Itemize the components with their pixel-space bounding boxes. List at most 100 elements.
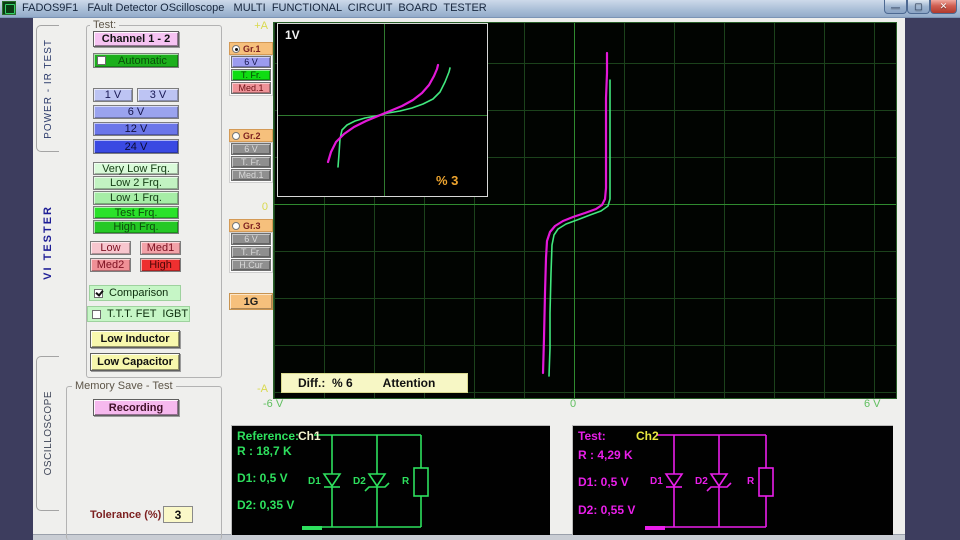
freq-very-low-button[interactable]: Very Low Frq.: [93, 162, 179, 175]
graph3-freq-button[interactable]: T. Fr.: [231, 246, 271, 258]
freq-low2-button[interactable]: Low 2 Frq.: [93, 176, 179, 190]
graph3-radio-dot: [232, 222, 240, 230]
graph1-voltage-button[interactable]: 6 V: [231, 56, 271, 68]
test-circuit-panel: Test: Ch2 R : 4,29 K D1: 0,5 V D2: 0,55 …: [572, 425, 893, 535]
low-inductor-button[interactable]: Low Inductor: [90, 330, 180, 348]
reference-d1-component-label: D1: [308, 476, 321, 487]
graph3-freq-label: T. Fr.: [241, 247, 261, 257]
low-inductor-label: Low Inductor: [100, 333, 169, 345]
inset-scale-label: 1V: [285, 28, 300, 42]
test-d2-component-label: D2: [695, 476, 708, 487]
tab-vi-tester[interactable]: VI TESTER: [36, 183, 59, 301]
graph1-freq-button[interactable]: T. Fr.: [231, 69, 271, 81]
current-med2-button[interactable]: Med2: [90, 258, 131, 272]
memory-save-label: Memory Save - Test: [72, 380, 176, 392]
close-button[interactable]: ✕: [930, 0, 957, 14]
test-channel-label: Ch2: [636, 429, 659, 443]
graph2-current-label: Med.1: [238, 170, 263, 180]
tab-power-ir-test-label: POWER - IR TEST: [43, 39, 54, 139]
tolerance-value: 3: [175, 508, 182, 522]
test-r-component-label: R: [747, 476, 754, 487]
gain-1g-label: 1G: [244, 296, 259, 308]
reference-resistance-value: R : 18,7 K: [237, 444, 292, 458]
graph3-voltage-button[interactable]: 6 V: [231, 233, 271, 245]
graph2-radio-label: Gr.2: [243, 131, 261, 141]
graph2-voltage-button[interactable]: 6 V: [231, 143, 271, 155]
graph1-current-button[interactable]: Med.1: [231, 82, 271, 94]
current-med1-button[interactable]: Med1: [140, 241, 181, 255]
freq-test-label: Test Frq.: [115, 207, 158, 219]
graph2-radio-dot: [232, 132, 240, 140]
window-title: FADOS9F1 FAult Detector OScilloscope MUL…: [22, 2, 487, 14]
ttt-fet-igbt-row[interactable]: T.T.T. FET IGBT: [87, 306, 190, 322]
voltage-12v-label: 12 V: [125, 123, 148, 135]
voltage-1v-label: 1 V: [105, 89, 122, 101]
title-bar: FADOS9F1 FAult Detector OScilloscope MUL…: [0, 0, 960, 18]
ttt-fet-igbt-checkbox[interactable]: [92, 310, 101, 319]
y-axis-top-label: +A: [252, 20, 268, 32]
recording-button[interactable]: Recording: [93, 399, 179, 416]
freq-low2-label: Low 2 Frq.: [110, 177, 162, 189]
graph2-current-button[interactable]: Med.1: [231, 169, 271, 181]
x-axis-zero-label: 0: [570, 398, 576, 410]
current-low-button[interactable]: Low: [90, 241, 131, 255]
automatic-button[interactable]: Automatic: [93, 53, 179, 68]
graph2-radio[interactable]: Gr.2: [229, 129, 273, 142]
reference-d1-value: D1: 0,5 V: [237, 471, 288, 485]
minimize-icon: —: [891, 2, 900, 12]
low-capacitor-button[interactable]: Low Capacitor: [90, 353, 180, 371]
inset-tolerance-label: % 3: [436, 173, 458, 188]
inset-zoom-plot: 1V % 3: [277, 23, 488, 197]
x-axis-right-label: 6 V: [864, 398, 881, 410]
graph3-current-label: H.Cur: [239, 260, 263, 270]
voltage-24v-label: 24 V: [125, 141, 148, 153]
freq-test-button[interactable]: Test Frq.: [93, 206, 179, 219]
graph3-voltage-label: 6 V: [244, 234, 258, 244]
maximize-button[interactable]: ▢: [907, 0, 930, 14]
gain-1g-button[interactable]: 1G: [229, 293, 273, 310]
current-med2-label: Med2: [97, 259, 125, 271]
voltage-24v-button[interactable]: 24 V: [93, 139, 179, 154]
current-high-label: High: [149, 259, 172, 271]
test-groupbox-label: Test:: [90, 19, 119, 31]
reference-d2-component-label: D2: [353, 476, 366, 487]
tolerance-label: Tolerance (%): [90, 509, 161, 521]
graph2-freq-label: T. Fr.: [241, 157, 261, 167]
right-frame-strip: [905, 17, 960, 540]
graph1-radio[interactable]: Gr.1: [229, 42, 273, 55]
freq-very-low-label: Very Low Frq.: [102, 163, 170, 175]
vi-graph: 1V % 3: [273, 22, 897, 399]
freq-high-button[interactable]: High Frq.: [93, 220, 179, 234]
voltage-1v-button[interactable]: 1 V: [93, 88, 133, 102]
current-high-button[interactable]: High: [140, 258, 181, 272]
voltage-3v-button[interactable]: 3 V: [137, 88, 179, 102]
comparison-checkbox[interactable]: [94, 289, 103, 298]
comparison-row[interactable]: Comparison: [89, 285, 181, 301]
graph2-freq-button[interactable]: T. Fr.: [231, 156, 271, 168]
minimize-button[interactable]: —: [884, 0, 907, 14]
graph3-radio[interactable]: Gr.3: [229, 219, 273, 232]
tab-power-ir-test[interactable]: POWER - IR TEST: [36, 25, 59, 152]
reference-d2-value: D2: 0,35 V: [237, 498, 294, 512]
voltage-6v-button[interactable]: 6 V: [93, 105, 179, 119]
tab-oscilloscope[interactable]: OSCILLOSCOPE: [36, 356, 59, 511]
inset-curve-test: [328, 65, 438, 162]
freq-high-label: High Frq.: [113, 221, 158, 233]
graph1-freq-label: T. Fr.: [241, 70, 261, 80]
channel-1-2-button[interactable]: Channel 1 - 2: [93, 31, 179, 47]
automatic-checkbox[interactable]: [97, 56, 106, 65]
tolerance-input[interactable]: 3: [163, 506, 193, 523]
y-axis-bottom-label: -A: [252, 383, 268, 395]
graph1-voltage-label: 6 V: [244, 57, 258, 67]
graph2-voltage-label: 6 V: [244, 144, 258, 154]
attention-label: Attention: [383, 376, 436, 390]
app-window: FADOS9F1 FAult Detector OScilloscope MUL…: [0, 0, 960, 540]
freq-low1-button[interactable]: Low 1 Frq.: [93, 191, 179, 205]
voltage-6v-label: 6 V: [128, 106, 145, 118]
test-resistance-value: R : 4,29 K: [578, 448, 633, 462]
voltage-12v-button[interactable]: 12 V: [93, 122, 179, 136]
graph3-current-button[interactable]: H.Cur: [231, 259, 271, 271]
graph1-radio-label: Gr.1: [243, 44, 261, 54]
comparison-label: Comparison: [109, 287, 168, 299]
inset-curves: [278, 24, 487, 196]
